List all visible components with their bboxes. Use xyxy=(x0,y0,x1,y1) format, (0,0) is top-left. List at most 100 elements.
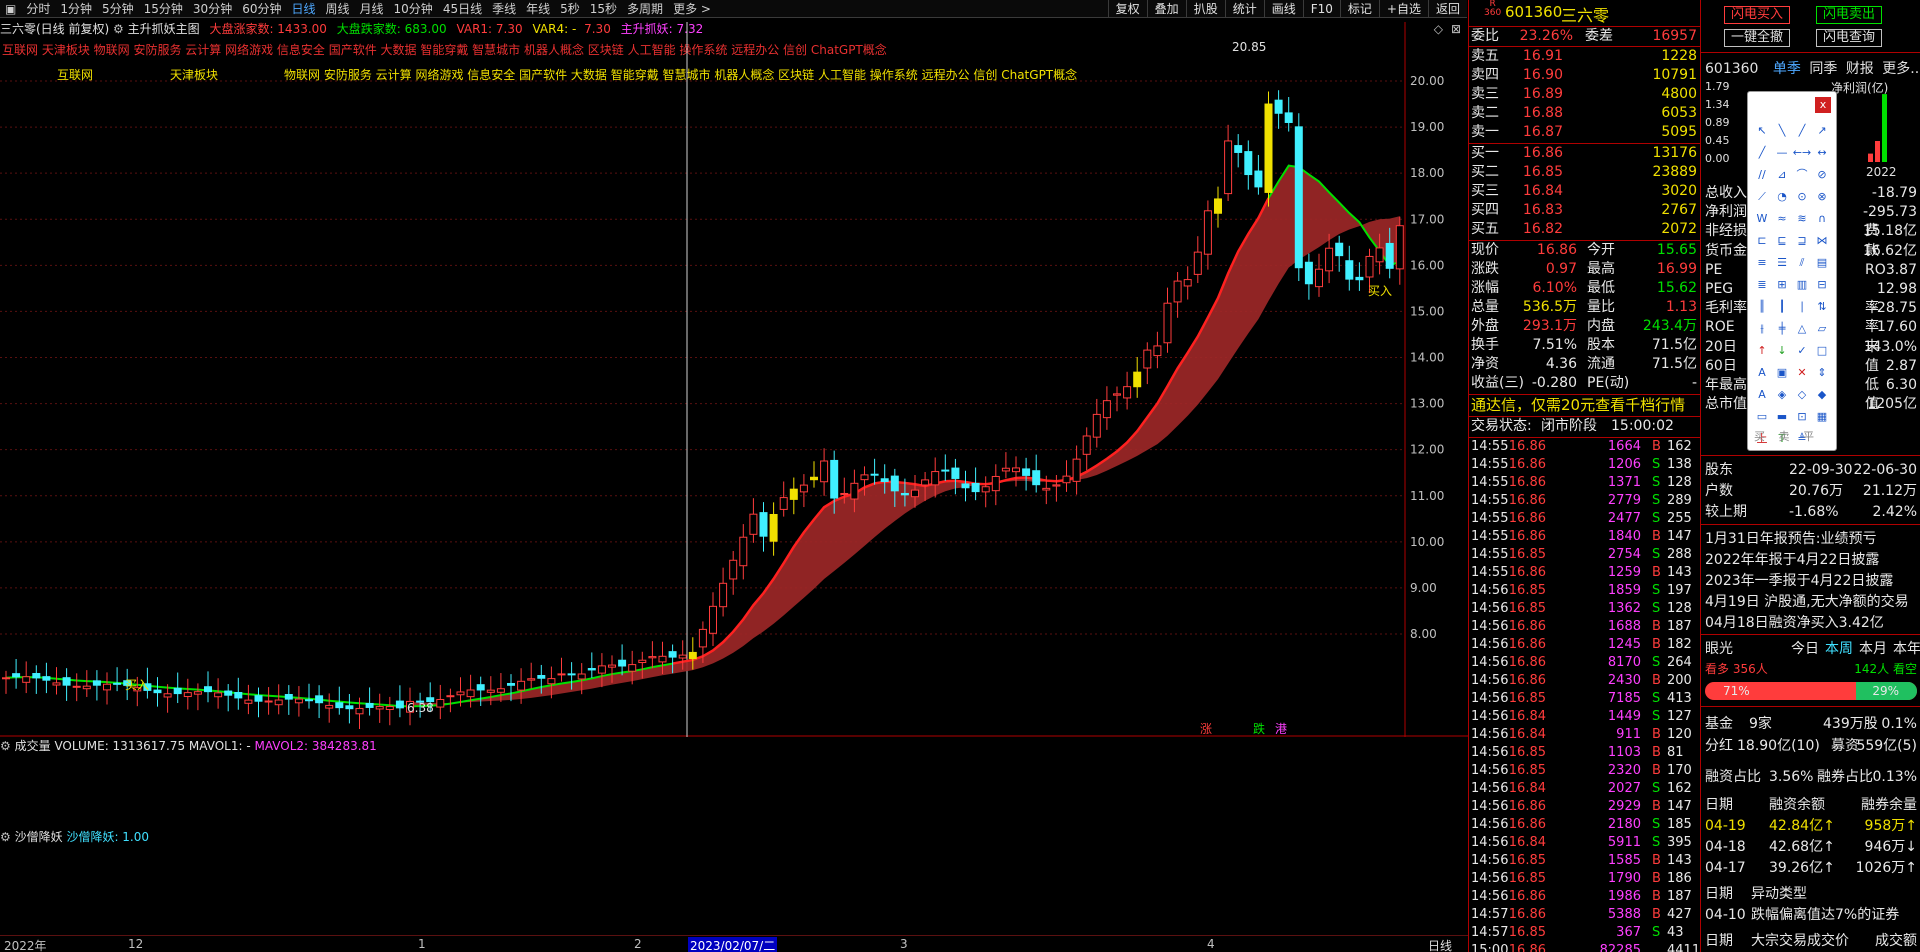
fin-tab[interactable]: 更多... xyxy=(1882,61,1920,77)
palette-tool-icon[interactable]: ✕ xyxy=(1792,362,1812,384)
palette-tool-icon[interactable]: ◈ xyxy=(1772,384,1792,406)
note-text[interactable]: 1月31日年报预告:业绩预亏 xyxy=(1705,530,1876,548)
period-tab[interactable]: 60分钟 xyxy=(237,0,286,17)
fin-tab[interactable]: 同季 xyxy=(1809,61,1837,77)
palette-tool-icon[interactable]: ⇅ xyxy=(1812,296,1832,318)
palette-tool-icon[interactable]: ∩ xyxy=(1812,208,1832,230)
period-tab[interactable]: 15秒 xyxy=(585,0,622,17)
palette-tool-icon[interactable]: ⊟ xyxy=(1812,274,1832,296)
palette-sell[interactable]: 卖 xyxy=(1779,430,1790,443)
toolbar-button[interactable]: F10 xyxy=(1302,0,1340,17)
toolbar-button[interactable]: 标记 xyxy=(1339,0,1379,17)
palette-tool-icon[interactable]: ⫲ xyxy=(1752,318,1772,340)
palette-tool-icon[interactable]: △ xyxy=(1792,318,1812,340)
period-tab[interactable]: 30分钟 xyxy=(188,0,237,17)
palette-tool-icon[interactable]: ◆ xyxy=(1812,384,1832,406)
palette-tool-icon[interactable]: ▱ xyxy=(1812,318,1832,340)
palette-tool-icon[interactable]: W xyxy=(1752,208,1772,230)
palette-tool-icon[interactable]: ⊏ xyxy=(1752,230,1772,252)
palette-tool-icon[interactable]: ⊡ xyxy=(1792,406,1812,428)
palette-tool-icon[interactable]: ≋ xyxy=(1792,208,1812,230)
palette-tool-icon[interactable]: ⊒ xyxy=(1792,230,1812,252)
palette-tool-icon[interactable]: ▤ xyxy=(1812,252,1832,274)
promo-row[interactable]: 通达信，仅需20元查看千档行情 xyxy=(1469,396,1701,415)
flash-sell-button[interactable]: 闪电卖出 xyxy=(1816,6,1882,24)
ticks-list[interactable]: 14:55 16.86 1664 B 162 14:55 16.86 1206 S 138 14:5… xyxy=(1469,438,1701,952)
period-tab[interactable]: 15分钟 xyxy=(139,0,188,17)
palette-tool-icon[interactable]: ☰ xyxy=(1772,252,1792,274)
sent-tab[interactable]: 本周 xyxy=(1825,640,1853,658)
palette-tool-icon[interactable]: ⋈ xyxy=(1812,230,1832,252)
palette-tool-icon[interactable]: ≡ xyxy=(1752,252,1772,274)
sent-tab[interactable]: 本月 xyxy=(1859,640,1887,658)
note-text[interactable]: 4月19日 沪股通,无大净额的交易 xyxy=(1705,593,1909,611)
menu-icon[interactable]: ▣ xyxy=(0,2,21,16)
palette-tool-icon[interactable]: ⟋ xyxy=(1752,186,1772,208)
palette-tool-icon[interactable]: ←→ xyxy=(1792,142,1812,164)
period-tab[interactable]: 1分钟 xyxy=(55,0,97,17)
period-tab[interactable]: 45日线 xyxy=(438,0,487,17)
palette-tool-icon[interactable]: ▭ xyxy=(1752,406,1772,428)
palette-tool-icon[interactable]: ▦ xyxy=(1812,406,1832,428)
palette-tool-icon[interactable]: ⊙ xyxy=(1792,186,1812,208)
palette-tool-icon[interactable]: ⌒ xyxy=(1792,164,1812,186)
palette-tool-icon[interactable]: ≈ xyxy=(1772,208,1792,230)
period-tab[interactable]: 5秒 xyxy=(555,0,585,17)
note-text[interactable]: 2023年一季报于4月22日披露 xyxy=(1705,572,1893,590)
palette-tool-icon[interactable]: ⊗ xyxy=(1812,186,1832,208)
period-tab[interactable]: 日线 xyxy=(286,0,320,17)
palette-tool-icon[interactable]: ▬ xyxy=(1772,406,1792,428)
period-tab[interactable]: 5分钟 xyxy=(97,0,139,17)
date-mode[interactable]: 日线 xyxy=(1428,937,1452,952)
gear-icon-volume[interactable]: ⚙ xyxy=(0,739,11,753)
note-text[interactable]: 2022年年报于4月22日披露 xyxy=(1705,551,1879,569)
palette-tool-icon[interactable]: A xyxy=(1752,362,1772,384)
fin-tab[interactable]: 财报 xyxy=(1846,61,1874,77)
period-tab[interactable]: 年线 xyxy=(521,0,555,17)
period-tab[interactable]: 多周期 xyxy=(622,0,668,17)
palette-tool-icon[interactable]: ✓ xyxy=(1792,340,1812,362)
palette-tool-icon[interactable]: ◔ xyxy=(1772,186,1792,208)
palette-tool-icon[interactable]: ↓ xyxy=(1772,340,1792,362)
palette-tool-icon[interactable]: □ xyxy=(1812,340,1832,362)
period-tab[interactable]: 季线 xyxy=(487,0,521,17)
palette-tool-icon[interactable]: ╪ xyxy=(1772,318,1792,340)
toolbar-button[interactable]: 扒股 xyxy=(1185,0,1225,17)
palette-tool-icon[interactable]: ⇕ xyxy=(1812,362,1832,384)
toolbar-button[interactable]: 复权 xyxy=(1107,0,1147,17)
kline-chart[interactable]: 20.00 19.00 18.00 17.00 16.00 15.00 14.00 13.00… xyxy=(0,22,1468,737)
sent-tab[interactable]: 今日 xyxy=(1791,640,1819,658)
period-tab[interactable]: 分时 xyxy=(21,0,55,17)
period-tab[interactable]: 更多 > xyxy=(668,0,716,17)
palette-tool-icon[interactable]: ║ xyxy=(1752,296,1772,318)
palette-tool-icon[interactable]: ⊑ xyxy=(1772,230,1792,252)
flash-buy-button[interactable]: 闪电买入 xyxy=(1724,6,1790,24)
toolbar-button[interactable]: +自选 xyxy=(1378,0,1428,17)
palette-tool-icon[interactable]: — xyxy=(1772,142,1792,164)
palette-tool-icon[interactable]: ◇ xyxy=(1792,384,1812,406)
palette-buy[interactable]: 买 xyxy=(1754,430,1765,443)
toolbar-button[interactable]: 统计 xyxy=(1224,0,1264,17)
note-text[interactable]: 04月18日融资净买入3.42亿 xyxy=(1705,614,1884,632)
toolbar-button[interactable]: 返回 xyxy=(1427,0,1467,17)
gear-icon-indicator[interactable]: ⚙ xyxy=(0,830,11,844)
palette-tool-icon[interactable]: ↖ xyxy=(1752,120,1772,142)
cancel-all-button[interactable]: 一键全撤 xyxy=(1724,29,1790,47)
palette-tool-icon[interactable]: ∕∕ xyxy=(1752,164,1772,186)
palette-tool-icon[interactable]: ┃ xyxy=(1772,296,1792,318)
palette-flat[interactable]: 平 xyxy=(1803,430,1814,443)
palette-tool-icon[interactable]: ↗ xyxy=(1812,120,1832,142)
palette-tool-icon[interactable]: ╱ xyxy=(1792,120,1812,142)
palette-tool-icon[interactable]: ╲ xyxy=(1772,120,1792,142)
palette-tool-icon[interactable]: ⫽ xyxy=(1792,252,1812,274)
toolbar-button[interactable]: 叠加 xyxy=(1146,0,1186,17)
palette-tool-icon[interactable]: ⊘ xyxy=(1812,164,1832,186)
palette-tool-icon[interactable]: ↑ xyxy=(1752,340,1772,362)
palette-tool-icon[interactable]: ↔ xyxy=(1812,142,1832,164)
palette-tool-icon[interactable]: ⊿ xyxy=(1772,164,1792,186)
period-tab[interactable]: 周线 xyxy=(321,0,355,17)
period-tab[interactable]: 10分钟 xyxy=(389,0,438,17)
toolbar-button[interactable]: 画线 xyxy=(1263,0,1303,17)
palette-close-button[interactable]: x xyxy=(1815,97,1831,113)
palette-tool-icon[interactable]: ∣ xyxy=(1792,296,1812,318)
